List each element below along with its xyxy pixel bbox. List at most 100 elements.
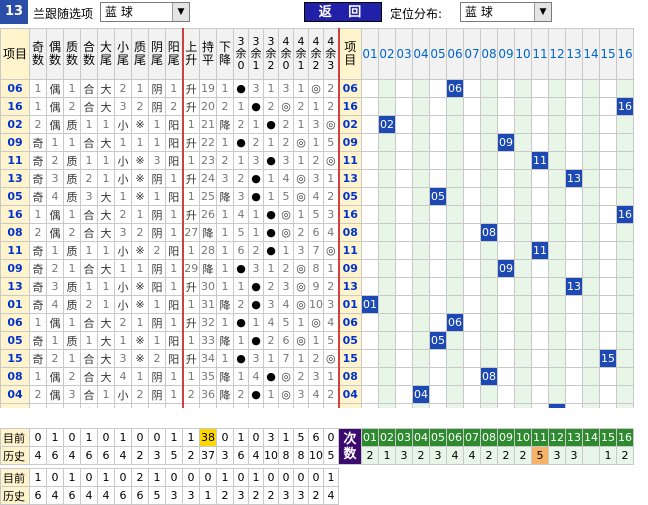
row-cell: 2 [29,385,47,404]
row-cell: 20 [199,97,217,116]
empty-cell [599,97,617,116]
row-mod-cell: 1 [308,331,324,350]
empty-cell [361,277,379,296]
row-cell: 1 [63,205,81,224]
row-mod-cell: ● [248,295,264,314]
empty-cell [378,205,396,224]
empty-cell [565,133,583,152]
row-cell: 2 [46,151,64,170]
empty-cell [565,349,583,368]
row-cell: 1 [63,313,81,332]
row-cell: 1 [131,205,149,224]
follow-option-select[interactable]: 蓝 球 ▼ [100,2,190,22]
header-col: 大尾 [97,28,115,80]
row-mod-cell: 2 [323,79,340,98]
empty-cell [514,313,532,332]
history-row-2: 历史 6 4 6 4 4 6 6 5 3 3 1 2 3 2 2 3 3 2 4 [0,486,339,505]
header-mod: 3余1 [248,28,264,80]
empty-cell [599,187,617,206]
empty-cell [378,313,396,332]
row-mod-cell: ● [233,259,249,278]
row-mod-cell: ◎ [278,205,294,224]
empty-cell [429,205,447,224]
row-cell: 1 [165,79,184,98]
history-cell: 6 [46,446,64,465]
history-cell: 6 [97,446,115,465]
row-mod-cell: 2 [293,97,309,116]
empty-cell [378,385,396,404]
current-cell: 0 [63,428,81,447]
current-cell-2: 1 [248,468,264,487]
row-cell: 1 [63,349,81,368]
history-cell-2: 4 [46,486,64,505]
current-cell-2: 1 [323,468,339,487]
hit-cell: 05 [429,187,447,206]
top-toolbar: 13 兰跟随选项 蓝 球 ▼ 返 回 定位分布: 蓝 球 ▼ [0,0,648,26]
row-id: 09 [0,133,30,152]
table-row: 05 奇 4 质 3 大 1 ※ 1 阳 1 25 降 3 ● 1 5 ◎ 4 2 05 05 [0,187,634,206]
empty-cell [463,151,481,170]
history-cell: 4 [114,446,132,465]
current-cell-2: 1 [148,468,166,487]
row-cell: 1 [165,223,184,242]
empty-cell [582,169,600,188]
header-col: 偶数 [46,28,64,80]
row-id: 08 [0,367,30,386]
row-mod-cell: 1 [293,205,309,224]
row-mod-cell: 5 [233,223,249,242]
next-count: 2 [412,446,430,465]
empty-cell [395,313,413,332]
empty-cell [463,295,481,314]
empty-cell [480,385,498,404]
row-cell: 奇 [29,169,47,188]
header-mod: 4余3 [323,28,340,80]
next-count: 2 [514,446,532,465]
empty-cell [616,331,634,350]
empty-cell [514,367,532,386]
row-cell: 1 [131,259,149,278]
current-cell: 0 [248,428,264,447]
empty-cell [412,205,430,224]
next-num: 12 [548,428,566,447]
empty-cell [514,115,532,134]
empty-cell [429,79,447,98]
row-mod-cell: ● [263,223,279,242]
header-num: 02 [378,28,396,80]
row-mod-cell: 1 [293,79,309,98]
empty-cell [480,295,498,314]
chevron-down-icon[interactable]: ▼ [172,3,189,21]
empty-cell [395,241,413,260]
row-mod-cell: 1 [293,151,309,170]
row-cell: 大 [97,187,115,206]
current-cell: 38 [199,428,217,447]
header-item: 项目 [0,28,30,80]
row-cell: 1 [97,169,115,188]
back-button[interactable]: 返 回 [304,2,382,22]
empty-cell [412,223,430,242]
row-mod-cell: ◎ [293,259,309,278]
empty-cell [599,151,617,170]
empty-cell [395,115,413,134]
table-row: 13 奇 3 质 2 1 小 ※ 阴 1 升 24 3 2 ● 1 4 ◎ 3 1 13 13 [0,169,634,188]
chevron-down-icon[interactable]: ▼ [534,3,551,21]
empty-cell [497,277,515,296]
locate-select[interactable]: 蓝 球 ▼ [460,2,552,22]
header-mod: 3余0 [233,28,249,80]
row-cell: ※ [131,277,149,296]
row-id: 13 [0,277,30,296]
empty-cell [616,187,634,206]
empty-cell [395,151,413,170]
current-cell-2: 0 [308,468,324,487]
next-count: 1 [378,446,396,465]
empty-cell [480,115,498,134]
empty-cell [582,313,600,332]
row-id: 16 [0,205,30,224]
empty-cell [497,223,515,242]
row-cell: 偶 [46,97,64,116]
row-cell: 升 [182,313,200,332]
row-cell: 降 [216,367,234,386]
empty-cell [582,133,600,152]
empty-cell [463,79,481,98]
row-cell: 1 [182,187,200,206]
row-mod-cell: ● [263,151,279,170]
